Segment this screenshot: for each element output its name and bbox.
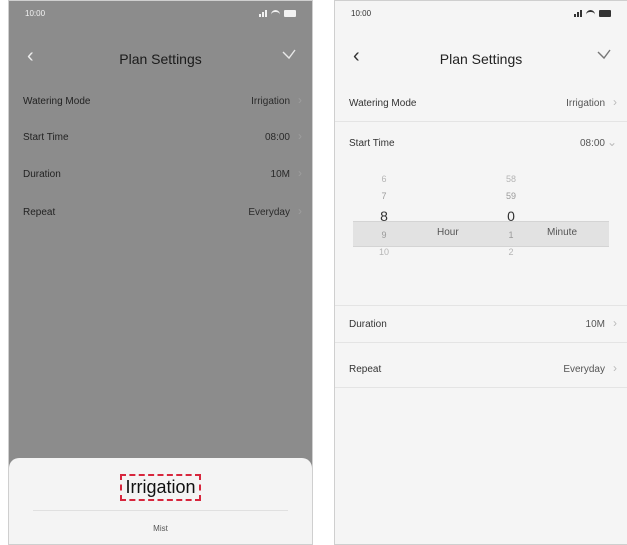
row-start-time[interactable]: Start Time 08:00 ⌄ [335, 125, 627, 161]
row-value: Everyday [248, 207, 290, 218]
sheet-option-irrigation[interactable]: Irrigation [9, 474, 312, 501]
divider [33, 510, 288, 511]
row-label: Start Time [349, 138, 395, 149]
checkmark-icon[interactable] [597, 47, 611, 61]
hour-option: 7 [381, 191, 387, 201]
row-label: Repeat [23, 207, 56, 218]
chevron-right-icon: › [298, 204, 302, 218]
left-phone-screen: 10:00 ‹ Plan Settings Watering Mode Irri… [8, 0, 313, 545]
minute-option: 59 [505, 191, 516, 201]
hour-wheel[interactable]: 6 7 8 9 10 [369, 171, 399, 261]
minute-option: 2 [508, 247, 514, 257]
wifi-icon [586, 9, 595, 17]
hour-option-selected: 8 [380, 208, 388, 224]
minute-option: 1 [508, 230, 514, 240]
checkmark-icon[interactable] [282, 47, 296, 61]
hour-option: 10 [378, 247, 389, 257]
chevron-right-icon: › [298, 93, 302, 107]
hour-unit-label: Hour [437, 227, 459, 238]
row-start-time[interactable]: Start Time 08:00 › [9, 119, 312, 155]
row-label: Duration [349, 319, 387, 330]
nav-bar: ‹ Plan Settings [335, 41, 627, 71]
battery-icon [599, 9, 611, 17]
chevron-right-icon: › [298, 166, 302, 180]
status-time: 10:00 [351, 9, 372, 18]
option-label: Irrigation [120, 474, 201, 501]
row-value: Everyday [563, 364, 605, 375]
row-repeat[interactable]: Repeat Everyday › [9, 194, 312, 230]
right-phone-screen: 10:00 ‹ Plan Settings Watering Mode Irri… [334, 0, 627, 545]
page-title: Plan Settings [439, 51, 523, 67]
row-repeat[interactable]: Repeat Everyday › [335, 351, 627, 388]
minute-wheel[interactable]: 58 59 0 1 2 [496, 171, 526, 261]
chevron-right-icon: › [298, 129, 302, 143]
minute-option: 58 [505, 174, 516, 184]
battery-icon [284, 9, 296, 17]
row-value: 08:00 [579, 138, 605, 149]
chevron-down-icon: ⌄ [606, 135, 617, 149]
row-value: 10M [585, 319, 605, 330]
hour-option: 9 [381, 230, 387, 240]
status-bar: 10:00 [351, 7, 611, 21]
row-value: 08:00 [264, 132, 290, 143]
row-label: Start Time [23, 132, 69, 143]
signal-icon [259, 9, 267, 17]
row-label: Duration [23, 169, 61, 180]
row-watering-mode[interactable]: Watering Mode Irrigation › [335, 85, 627, 122]
status-bar: 10:00 [25, 7, 296, 21]
chevron-right-icon: › [613, 95, 617, 109]
nav-bar: ‹ Plan Settings [9, 41, 312, 71]
signal-icon [574, 9, 582, 17]
row-label: Watering Mode [23, 96, 91, 107]
hour-option: 6 [381, 174, 387, 184]
time-picker[interactable]: 6 7 8 9 10 Hour 58 59 0 1 2 Minute [335, 163, 627, 293]
row-watering-mode[interactable]: Watering Mode Irrigation › [9, 83, 312, 119]
status-icons [574, 9, 611, 17]
watering-mode-sheet: Irrigation Mist [9, 458, 312, 544]
row-duration[interactable]: Duration 10M › [9, 156, 312, 192]
minute-option-selected: 0 [507, 208, 515, 224]
stage: 10:00 ‹ Plan Settings Watering Mode Irri… [0, 0, 627, 545]
status-icons [259, 9, 296, 17]
row-label: Repeat [349, 364, 382, 375]
page-title: Plan Settings [119, 51, 202, 67]
status-time: 10:00 [25, 9, 46, 18]
wifi-icon [271, 9, 280, 17]
chevron-right-icon: › [613, 361, 617, 375]
minute-unit-label: Minute [547, 227, 578, 238]
row-duration[interactable]: Duration 10M › [335, 305, 627, 343]
row-value: Irrigation [566, 98, 605, 109]
chevron-right-icon: › [613, 316, 617, 330]
row-value: 10M [270, 169, 290, 180]
row-label: Watering Mode [349, 98, 417, 109]
row-value: Irrigation [251, 96, 290, 107]
sheet-option-mist[interactable]: Mist [9, 524, 312, 533]
